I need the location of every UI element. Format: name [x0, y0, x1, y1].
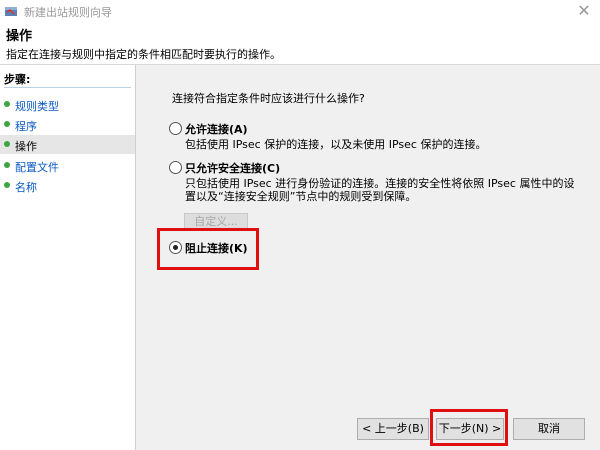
step-dot-icon: [4, 121, 10, 127]
step-profile[interactable]: 配置文件: [0, 156, 135, 175]
question-text: 连接符合指定条件时应该进行什么操作?: [172, 92, 365, 105]
step-program[interactable]: 程序: [0, 115, 135, 134]
radio-block[interactable]: [169, 241, 182, 254]
radio-secure-only[interactable]: [169, 161, 182, 174]
cancel-button[interactable]: 取消: [513, 418, 585, 440]
step-label: 程序: [15, 120, 37, 133]
title-bar: 新建出站规则向导 ✕: [0, 0, 600, 22]
step-dot-icon: [4, 141, 10, 147]
next-button[interactable]: 下一步(N) >: [436, 418, 504, 440]
option-secure-label[interactable]: 只允许安全连接(C): [185, 160, 280, 176]
step-dot-icon: [4, 101, 10, 107]
step-label: 操作: [15, 140, 37, 153]
wizard-header: 操作 指定在连接与规则中指定的条件相匹配时要执行的操作。: [0, 22, 600, 65]
steps-panel: 步骤: 规则类型 程序 操作 配置文件 名称: [0, 65, 136, 450]
step-label: 名称: [15, 181, 37, 194]
option-allow-label[interactable]: 允许连接(A): [185, 121, 248, 137]
close-icon[interactable]: ✕: [574, 2, 594, 20]
step-name[interactable]: 名称: [0, 176, 135, 195]
option-allow-desc: 包括使用 IPsec 保护的连接，以及未使用 IPsec 保护的连接。: [185, 138, 487, 151]
main-content: 连接符合指定条件时应该进行什么操作? 允许连接(A) 包括使用 IPsec 保护…: [136, 65, 600, 450]
option-secure-desc-line2: 置以及“连接安全规则”节点中的规则受到保障。: [185, 190, 417, 203]
step-rule-type[interactable]: 规则类型: [0, 95, 135, 114]
window-title: 新建出站规则向导: [24, 6, 112, 19]
step-label: 配置文件: [15, 161, 59, 174]
firewall-icon: [5, 7, 17, 16]
step-dot-icon: [4, 182, 10, 188]
steps-divider: [4, 87, 131, 88]
option-block-label[interactable]: 阻止连接(K): [185, 240, 248, 256]
step-dot-icon: [4, 162, 10, 168]
page-title: 操作: [6, 29, 33, 44]
page-subtitle: 指定在连接与规则中指定的条件相匹配时要执行的操作。: [6, 48, 281, 61]
steps-title: 步骤:: [4, 73, 31, 86]
step-label: 规则类型: [15, 100, 59, 113]
option-secure-desc-line1: 只包括使用 IPsec 进行身份验证的连接。连接的安全性将依照 IPsec 属性…: [185, 177, 575, 190]
back-button[interactable]: < 上一步(B): [357, 418, 429, 440]
step-action[interactable]: 操作: [0, 135, 135, 154]
radio-allow[interactable]: [169, 122, 182, 135]
